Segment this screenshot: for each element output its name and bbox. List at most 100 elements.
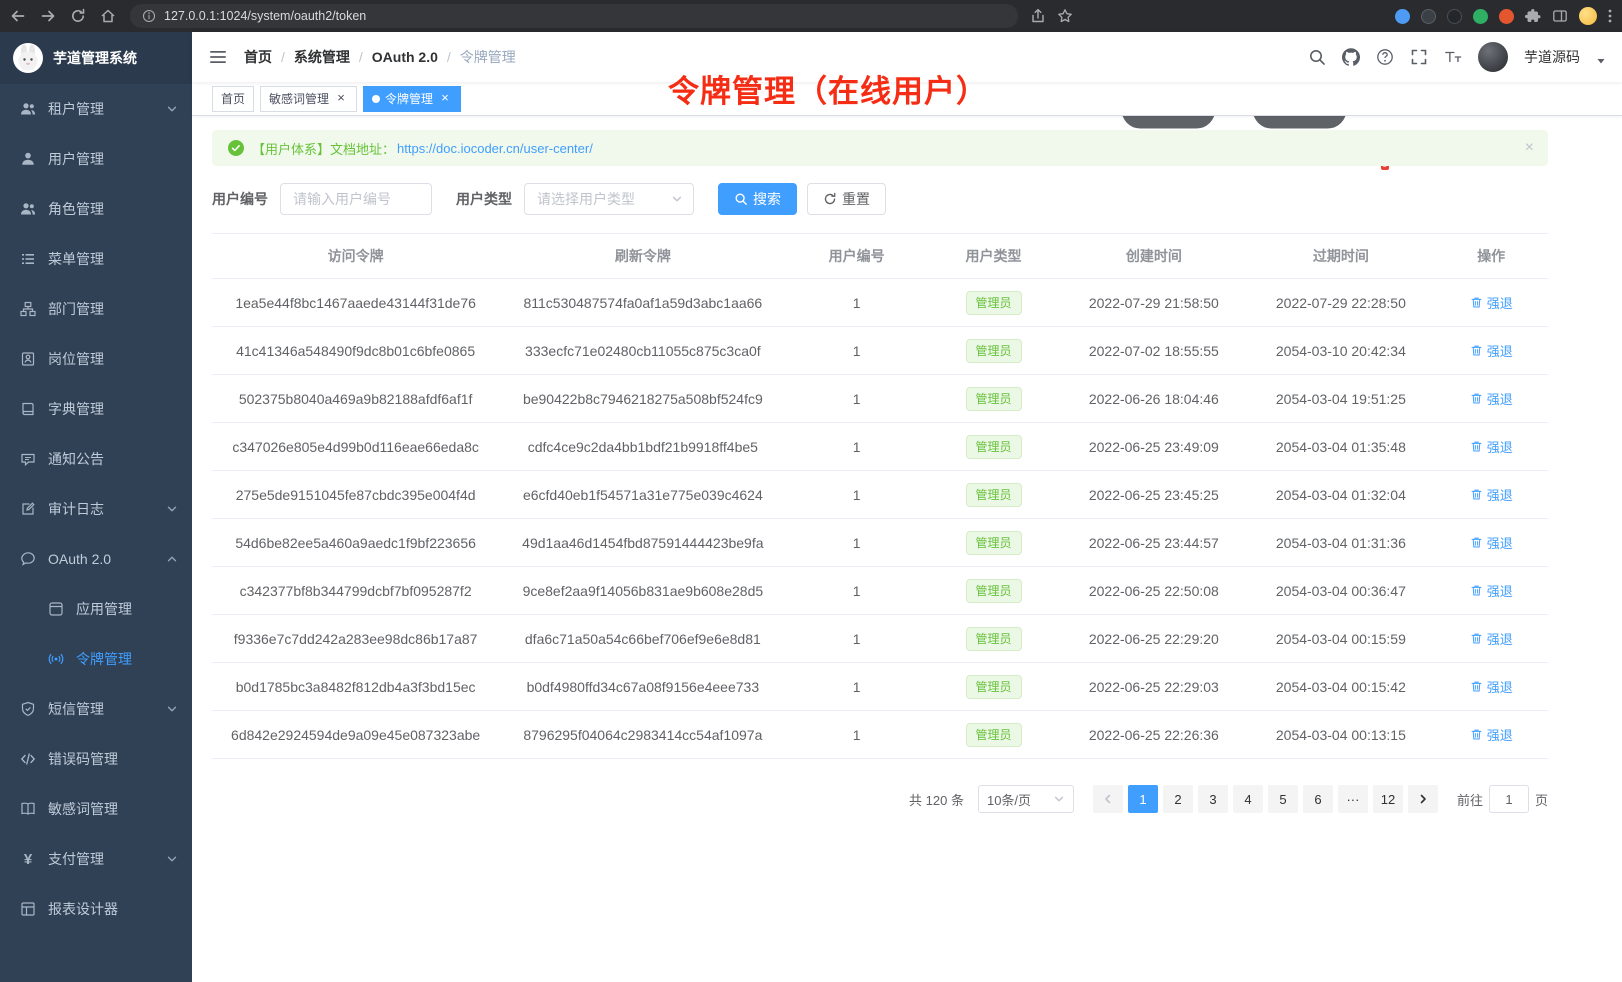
sidebar-item-sms[interactable]: 短信管理 — [0, 684, 192, 734]
sidebar-item-audit[interactable]: 审计日志 — [0, 484, 192, 534]
browser-chrome: 127.0.0.1:1024/system/oauth2/token 0 — [0, 0, 1622, 32]
column-header: 刷新令牌 — [499, 234, 786, 279]
search-button[interactable]: 搜索 — [718, 183, 797, 215]
tab-item[interactable]: 首页 — [212, 86, 254, 112]
page-button[interactable]: 4 — [1233, 785, 1263, 813]
github-icon[interactable] — [1342, 48, 1360, 66]
page-button[interactable]: 5 — [1268, 785, 1298, 813]
force-logout-label: 强退 — [1487, 533, 1513, 552]
cell-actions: 强退 — [1434, 567, 1548, 615]
cell-actions: 强退 — [1434, 711, 1548, 759]
fullscreen-icon[interactable] — [1410, 48, 1428, 66]
force-logout-button[interactable]: 强退 — [1470, 293, 1513, 312]
sidebar-item-dept[interactable]: 部门管理 — [0, 284, 192, 334]
site-info-icon[interactable] — [142, 9, 156, 23]
user-icon — [20, 151, 36, 167]
goto-page-input[interactable] — [1489, 785, 1529, 813]
home-icon[interactable] — [100, 8, 116, 24]
force-logout-button[interactable]: 强退 — [1470, 341, 1513, 360]
sidebar-item-report[interactable]: 报表设计器 — [0, 884, 192, 934]
forward-icon[interactable] — [40, 8, 56, 24]
font-size-icon[interactable] — [1444, 48, 1462, 66]
chevron-down-icon[interactable] — [1596, 56, 1606, 66]
alert-close-icon[interactable]: × — [1525, 140, 1534, 156]
logo[interactable]: 芋道管理系统 — [0, 32, 192, 84]
tab-item[interactable]: 令牌管理× — [363, 86, 461, 112]
force-logout-button[interactable]: 强退 — [1470, 581, 1513, 600]
sidebar-item-notice[interactable]: 通知公告 — [0, 434, 192, 484]
sidebar-item-tenant[interactable]: 租户管理 — [0, 84, 192, 134]
extension-blue-icon[interactable] — [1395, 9, 1410, 24]
app-icon — [48, 601, 64, 617]
cell-created-time: 2022-06-25 22:29:03 — [1060, 663, 1247, 711]
tab-close-icon[interactable]: × — [438, 92, 452, 106]
tab-item[interactable]: 敏感词管理× — [260, 86, 357, 112]
reset-button[interactable]: 重置 — [807, 183, 886, 215]
page-button[interactable]: 2 — [1163, 785, 1193, 813]
tab-close-icon[interactable]: × — [334, 92, 348, 106]
sidebar-item-oauth2[interactable]: OAuth 2.0 — [0, 534, 192, 584]
cell-user-type: 管理员 — [927, 663, 1061, 711]
user-name[interactable]: 芋道源码 — [1524, 47, 1580, 67]
browser-menu-icon[interactable] — [1608, 8, 1612, 24]
breadcrumb-item[interactable]: OAuth 2.0 — [372, 49, 438, 65]
bookmark-star-icon[interactable] — [1057, 8, 1073, 24]
extension-green-icon[interactable] — [1473, 9, 1488, 24]
browser-profile-avatar[interactable] — [1579, 7, 1597, 25]
user-type-label: 用户类型 — [456, 189, 512, 209]
force-logout-button[interactable]: 强退 — [1470, 677, 1513, 696]
url-text: 127.0.0.1:1024/system/oauth2/token — [164, 9, 366, 23]
user-id-input[interactable] — [280, 183, 432, 215]
table-row: c342377bf8b344799dcbf7bf095287f29ce8ef2a… — [212, 567, 1548, 615]
sidebar-item-dict[interactable]: 字典管理 — [0, 384, 192, 434]
sidebar-item-sensitive[interactable]: 敏感词管理 — [0, 784, 192, 834]
extension-red-icon[interactable] — [1499, 9, 1514, 24]
page-button[interactable]: 1 — [1128, 785, 1158, 813]
audit-icon — [20, 501, 36, 517]
hamburger-icon[interactable] — [208, 47, 228, 67]
url-bar[interactable]: 127.0.0.1:1024/system/oauth2/token — [130, 4, 1018, 28]
sidebar-item-menu[interactable]: 菜单管理 — [0, 234, 192, 284]
sidebar-item-token[interactable]: 令牌管理 — [0, 634, 192, 684]
page-button[interactable]: 12 — [1373, 785, 1403, 813]
split-view-icon[interactable] — [1552, 8, 1568, 24]
share-icon[interactable] — [1030, 8, 1046, 24]
sidebar-item-role[interactable]: 角色管理 — [0, 184, 192, 234]
next-page-button[interactable] — [1408, 785, 1438, 813]
page-ellipsis-button[interactable]: ··· — [1338, 785, 1368, 813]
search-icon[interactable] — [1308, 48, 1326, 66]
breadcrumb-item[interactable]: 系统管理 — [294, 47, 350, 67]
user-type-select[interactable]: 请选择用户类型 — [524, 183, 694, 215]
back-icon[interactable] — [10, 8, 26, 24]
breadcrumb-item[interactable]: 首页 — [244, 47, 272, 67]
puzzle-extensions-icon[interactable] — [1525, 8, 1541, 24]
user-avatar[interactable] — [1478, 42, 1508, 72]
user-type-placeholder: 请选择用户类型 — [537, 189, 635, 209]
sidebar-item-app[interactable]: 应用管理 — [0, 584, 192, 634]
extension-dark2-icon[interactable] — [1447, 9, 1462, 24]
force-logout-button[interactable]: 强退 — [1470, 629, 1513, 648]
sidebar-item-label: 支付管理 — [48, 849, 104, 869]
sidebar-item-post[interactable]: 岗位管理 — [0, 334, 192, 384]
extension-dark-icon[interactable] — [1421, 9, 1436, 24]
force-logout-button[interactable]: 强退 — [1470, 437, 1513, 456]
alert-link[interactable]: https://doc.iocoder.cn/user-center/ — [397, 141, 593, 156]
help-icon[interactable] — [1376, 48, 1394, 66]
page-button[interactable]: 6 — [1303, 785, 1333, 813]
page-size-value: 10条/页 — [987, 790, 1031, 809]
force-logout-button[interactable]: 强退 — [1470, 389, 1513, 408]
cell-user-id: 1 — [786, 615, 926, 663]
reload-icon[interactable] — [70, 8, 86, 24]
sidebar-item-pay[interactable]: ¥支付管理 — [0, 834, 192, 884]
delete-icon — [1470, 728, 1483, 741]
prev-page-button[interactable] — [1093, 785, 1123, 813]
page-size-select[interactable]: 10条/页 — [978, 785, 1074, 813]
force-logout-button[interactable]: 强退 — [1470, 485, 1513, 504]
force-logout-button[interactable]: 强退 — [1470, 725, 1513, 744]
force-logout-button[interactable]: 强退 — [1470, 533, 1513, 552]
sidebar-item-label: 令牌管理 — [76, 649, 132, 669]
dict-icon — [20, 401, 36, 417]
sidebar-item-errorcode[interactable]: 错误码管理 — [0, 734, 192, 784]
page-button[interactable]: 3 — [1198, 785, 1228, 813]
sidebar-item-user[interactable]: 用户管理 — [0, 134, 192, 184]
